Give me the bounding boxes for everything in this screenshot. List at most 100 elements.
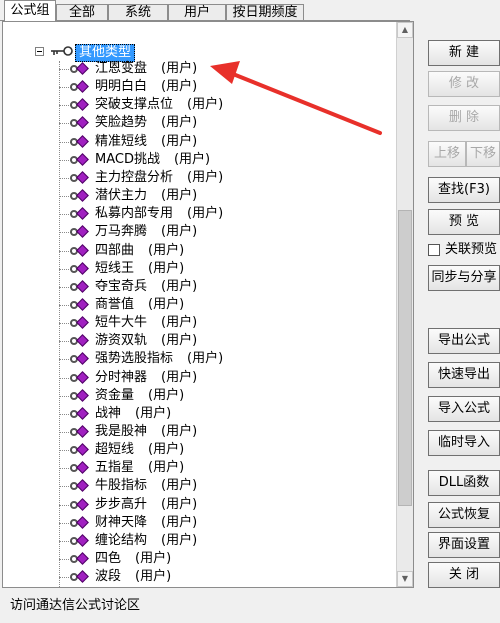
formula-gem-icon bbox=[76, 298, 89, 311]
quick-export-button[interactable]: 快速导出 bbox=[428, 362, 500, 388]
formula-tree: 其他类型 江恩变盘 (用户) 明明白白 (用户) 突破支撑点位 (用户) 笑脸趋势 (用户) 精… bbox=[3, 22, 396, 587]
tree-item-text: 强势选股指标 (用户) bbox=[95, 350, 223, 368]
link-preview-checkbox-row[interactable]: 关联预览 bbox=[428, 241, 500, 259]
tree-item[interactable]: 财神天降 (用户) bbox=[59, 514, 399, 532]
tab-user[interactable]: 用户 bbox=[168, 4, 226, 20]
tree-item[interactable]: 四部曲 (用户) bbox=[59, 242, 399, 260]
tree-item[interactable]: 牛股指标 (用户) bbox=[59, 477, 399, 495]
tree-item[interactable]: 明明白白 (用户) bbox=[59, 78, 399, 96]
tree-item[interactable]: 缠论结构 (用户) bbox=[59, 532, 399, 550]
dll-function-button[interactable]: DLL函数 bbox=[428, 470, 500, 496]
import-formula-button[interactable]: 导入公式 bbox=[428, 396, 500, 422]
tree-item[interactable]: 分时神器 (用户) bbox=[59, 369, 399, 387]
scroll-up-arrow-icon[interactable]: ▲ bbox=[397, 22, 413, 38]
tree-item[interactable]: 游资双轨 (用户) bbox=[59, 332, 399, 350]
scrollbar-thumb[interactable] bbox=[398, 210, 412, 506]
tree-item[interactable]: 超短线 (用户) bbox=[59, 441, 399, 459]
user-tag: (用户) bbox=[161, 532, 198, 548]
user-tag: (用户) bbox=[148, 242, 185, 258]
formula-gem-icon bbox=[76, 98, 89, 112]
tree-item[interactable]: 短线王 (用户) bbox=[59, 260, 399, 278]
tree-item[interactable]: 五指星 (用户) bbox=[59, 459, 399, 477]
tab-system[interactable]: 系统 bbox=[108, 4, 168, 20]
user-tag: (用户) bbox=[161, 224, 198, 240]
scroll-down-arrow-icon[interactable]: ▼ bbox=[397, 571, 413, 587]
tree-item-label: 万马奔腾 bbox=[95, 224, 148, 240]
tree-item-text: 战神 (用户) bbox=[95, 405, 171, 423]
tree-item[interactable]: 突破支撑点位 (用户) bbox=[59, 96, 399, 114]
user-tag: (用户) bbox=[148, 387, 185, 403]
tree-item-text: 超短线 (用户) bbox=[95, 441, 184, 459]
formula-gem-icon bbox=[76, 261, 89, 275]
tree-item[interactable]: 精准短线 (用户) bbox=[59, 133, 399, 151]
tree-item[interactable]: 主力控盘分析 (用户) bbox=[59, 169, 399, 187]
sync-share-button[interactable]: 同步与分享 bbox=[428, 265, 500, 291]
user-tag: (用户) bbox=[187, 206, 224, 222]
user-tag: (用户) bbox=[187, 169, 224, 185]
formula-restore-button[interactable]: 公式恢复 bbox=[428, 502, 500, 528]
formula-gem-icon bbox=[76, 243, 89, 257]
tree-item-text: 四部曲 (用户) bbox=[95, 242, 184, 260]
formula-gem-icon bbox=[76, 406, 89, 420]
tree-item-label: 明明白白 bbox=[95, 79, 148, 95]
tree-item[interactable]: 资金量 (用户) bbox=[59, 387, 399, 405]
link-preview-checkbox[interactable] bbox=[428, 244, 440, 256]
tree-item[interactable]: 私募内部专用 (用户) bbox=[59, 205, 399, 223]
user-tag: (用户) bbox=[161, 61, 198, 76]
new-button[interactable]: 新 建 bbox=[428, 40, 500, 66]
formula-gem-icon bbox=[76, 316, 89, 329]
tree-item[interactable]: 江恩变盘 (用户) bbox=[59, 60, 399, 78]
status-bar[interactable]: 访问通达信公式讨论区 bbox=[0, 592, 500, 623]
ui-settings-button[interactable]: 界面设置 bbox=[428, 532, 500, 558]
tree-item-label: 战神 bbox=[95, 405, 122, 421]
tree-item[interactable]: 战神 (用户) bbox=[59, 405, 399, 423]
close-button[interactable]: 关 闭 bbox=[428, 562, 500, 588]
tree-item-label: 潜伏主力 bbox=[95, 188, 148, 204]
tree-item[interactable]: 潜伏主力 (用户) bbox=[59, 187, 399, 205]
tree-item[interactable]: 我是股神 (用户) bbox=[59, 423, 399, 441]
tree-item-text: 分时神器 (用户) bbox=[95, 369, 197, 387]
tree-item[interactable]: MACD挑战 (用户) bbox=[59, 151, 399, 169]
collapse-toggle-icon[interactable] bbox=[35, 47, 44, 56]
tree-item-label: 财神天降 bbox=[95, 514, 148, 530]
tab-all[interactable]: 全部 bbox=[56, 4, 108, 20]
tree-item[interactable]: 波段 (用户) bbox=[59, 568, 399, 586]
tab-bar: 公式组 全部 系统 用户 按日期频度 bbox=[0, 0, 410, 21]
vertical-scrollbar[interactable]: ▲ ▼ bbox=[396, 22, 413, 587]
formula-gem-icon bbox=[76, 80, 89, 94]
tab-formula-group[interactable]: 公式组 bbox=[4, 0, 56, 21]
formula-gem-icon bbox=[76, 171, 89, 184]
tree-item-label: 突破支撑点位 bbox=[95, 97, 174, 113]
tree-item[interactable]: 夺宝奇兵 (用户) bbox=[59, 278, 399, 296]
tree-item-text: 江恩变盘 (用户) bbox=[95, 60, 197, 78]
formula-tree-panel: 其他类型 江恩变盘 (用户) 明明白白 (用户) 突破支撑点位 (用户) 笑脸趋势 (用户) 精… bbox=[2, 21, 414, 588]
formula-gem-icon bbox=[76, 534, 89, 547]
delete-button[interactable]: 删 除 bbox=[428, 105, 500, 131]
user-tag: (用户) bbox=[148, 460, 185, 476]
formula-gem-icon bbox=[76, 552, 89, 565]
tree-item-label: 江恩变盘 bbox=[95, 61, 148, 76]
export-formula-button[interactable]: 导出公式 bbox=[428, 328, 500, 354]
tree-item-label: 私募内部专用 bbox=[95, 206, 174, 222]
move-up-button[interactable]: 上移 bbox=[428, 141, 466, 167]
tree-item[interactable]: 四色 (用户) bbox=[59, 550, 399, 568]
temp-import-button[interactable]: 临时导入 bbox=[428, 430, 500, 456]
find-button[interactable]: 查找(F3) bbox=[428, 177, 500, 203]
preview-button[interactable]: 预 览 bbox=[428, 209, 500, 235]
tree-item-text: 私募内部专用 (用户) bbox=[95, 205, 223, 223]
tree-item[interactable]: 商誉值 (用户) bbox=[59, 296, 399, 314]
tree-item[interactable]: 短牛大牛 (用户) bbox=[59, 314, 399, 332]
tree-item[interactable]: 步步高升 (用户) bbox=[59, 496, 399, 514]
user-tag: (用户) bbox=[161, 315, 198, 331]
move-down-button[interactable]: 下移 bbox=[466, 141, 500, 167]
tree-item[interactable]: 笑脸趋势 (用户) bbox=[59, 114, 399, 132]
user-tag: (用户) bbox=[187, 97, 224, 113]
modify-button[interactable]: 修 改 bbox=[428, 71, 500, 97]
tree-item-text: 潜伏主力 (用户) bbox=[95, 187, 197, 205]
tree-item-label: 四色 bbox=[95, 551, 122, 567]
tree-item[interactable]: 强势选股指标 (用户) bbox=[59, 350, 399, 368]
formula-gem-icon bbox=[76, 207, 89, 221]
tree-item-text: 资金量 (用户) bbox=[95, 387, 184, 405]
tree-item[interactable]: 万马奔腾 (用户) bbox=[59, 223, 399, 241]
tab-by-date-frequency[interactable]: 按日期频度 bbox=[226, 4, 304, 20]
